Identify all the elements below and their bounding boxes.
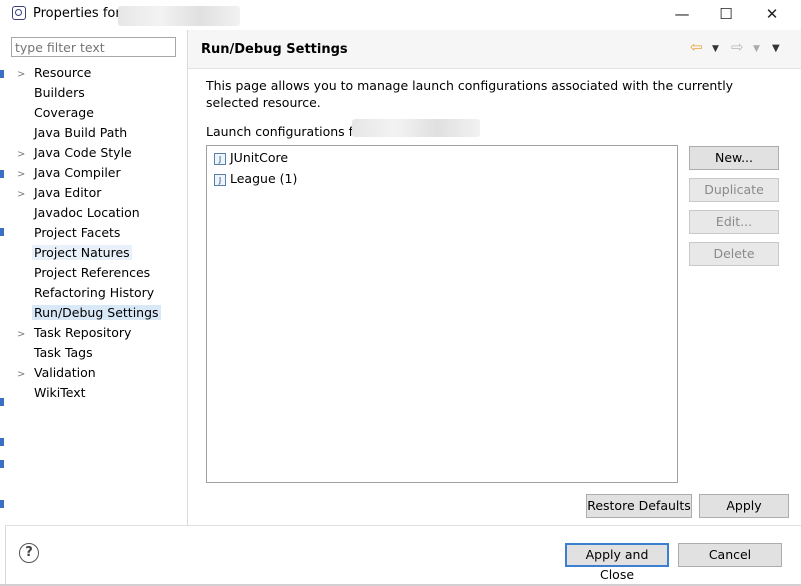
launch-configurations-label: Launch configurations fo xyxy=(206,124,361,139)
tree-item-label: Coverage xyxy=(34,105,94,120)
tree-item-label: Java Compiler xyxy=(34,165,121,180)
tree-item-java-code-style[interactable]: > Java Code Style xyxy=(17,143,134,163)
chevron-right-icon[interactable]: > xyxy=(17,185,32,205)
tree-item-resource[interactable]: > Resource xyxy=(17,63,93,83)
delete-button[interactable]: Delete xyxy=(689,242,779,266)
list-item[interactable]: J JUnitCore xyxy=(214,149,288,167)
tree-item-label: Run/Debug Settings xyxy=(32,305,161,320)
list-item-label: JUnitCore xyxy=(230,150,289,165)
tree-item-label: Project References xyxy=(34,265,151,280)
tree-item-label: Refactoring History xyxy=(34,285,155,300)
chevron-right-icon[interactable]: > xyxy=(17,165,32,185)
back-arrow-icon[interactable]: ⇦ xyxy=(690,38,703,56)
tree-item-label: Java Editor xyxy=(34,185,102,200)
tree-item-java-editor[interactable]: > Java Editor xyxy=(17,183,103,203)
cancel-button[interactable]: Cancel xyxy=(678,543,782,567)
junit-launch-icon: J xyxy=(214,173,226,186)
tree-item-label: Project Facets xyxy=(34,225,121,240)
chevron-right-icon[interactable]: > xyxy=(17,365,32,385)
tree-item-java-compiler[interactable]: > Java Compiler xyxy=(17,163,123,183)
tree-item-label: Validation xyxy=(34,365,96,380)
tree-item-builders[interactable]: Builders xyxy=(17,83,87,103)
filter-input[interactable] xyxy=(11,37,176,57)
junit-launch-icon: J xyxy=(214,152,226,165)
tree-item-label: Builders xyxy=(34,85,85,100)
maximize-button[interactable]: ☐ xyxy=(714,4,738,24)
tree-item-task-repository[interactable]: > Task Repository xyxy=(17,323,133,343)
tree-item-run-debug-settings[interactable]: Run/Debug Settings xyxy=(17,303,161,323)
list-item-label: League (1) xyxy=(230,171,298,186)
tree-item-label: Task Repository xyxy=(34,325,132,340)
duplicate-button[interactable]: Duplicate xyxy=(689,178,779,202)
tree-item-label: Java Build Path xyxy=(34,125,128,140)
tree-item-refactoring-history[interactable]: Refactoring History xyxy=(17,283,156,303)
view-menu-icon[interactable]: ▼ xyxy=(772,43,780,54)
tree-item-task-tags[interactable]: Task Tags xyxy=(17,343,95,363)
tree-item-label: Task Tags xyxy=(34,345,93,360)
chevron-right-icon[interactable]: > xyxy=(17,145,32,165)
help-icon[interactable]: ? xyxy=(19,543,39,563)
redacted-resource-name xyxy=(352,119,480,137)
tree-item-label: Project Natures xyxy=(32,245,132,260)
tree-item-java-build-path[interactable]: Java Build Path xyxy=(17,123,129,143)
tree-item-label: WikiText xyxy=(34,385,86,400)
tree-item-project-facets[interactable]: Project Facets xyxy=(17,223,122,243)
edit-button[interactable]: Edit... xyxy=(689,210,779,234)
list-item[interactable]: J League (1) xyxy=(214,170,297,188)
page-description: This page allows you to manage launch co… xyxy=(206,78,734,110)
back-history-dropdown-icon[interactable]: ▼ xyxy=(712,44,719,54)
close-button[interactable]: ✕ xyxy=(760,4,784,24)
footer-divider xyxy=(5,525,801,526)
minimize-button[interactable]: — xyxy=(670,4,694,24)
redacted-project-name xyxy=(118,6,240,26)
chevron-right-icon[interactable]: > xyxy=(17,325,32,345)
apply-button[interactable]: Apply xyxy=(699,494,789,518)
window-title: Properties for xyxy=(33,6,121,21)
restore-defaults-button[interactable]: Restore Defaults xyxy=(586,494,692,518)
tree-item-project-natures[interactable]: Project Natures xyxy=(17,243,132,263)
tree-item-coverage[interactable]: Coverage xyxy=(17,103,96,123)
eclipse-app-icon xyxy=(12,6,26,20)
tree-item-label: Resource xyxy=(34,65,92,80)
tree-item-label: Javadoc Location xyxy=(34,205,140,220)
launch-configurations-list[interactable] xyxy=(206,145,678,483)
new-button[interactable]: New... xyxy=(689,146,779,170)
forward-arrow-icon[interactable]: ⇨ xyxy=(731,38,744,56)
tree-item-javadoc-location[interactable]: Javadoc Location xyxy=(17,203,142,223)
apply-and-close-button[interactable]: Apply and Close xyxy=(565,543,669,582)
tree-item-project-references[interactable]: Project References xyxy=(17,263,152,283)
page-title: Run/Debug Settings xyxy=(201,42,348,57)
tree-item-wikitext[interactable]: WikiText xyxy=(17,383,88,403)
tree-item-label: Java Code Style xyxy=(34,145,132,160)
chevron-right-icon[interactable]: > xyxy=(17,65,32,85)
tree-item-validation[interactable]: > Validation xyxy=(17,363,98,383)
forward-history-dropdown-icon[interactable]: ▼ xyxy=(753,44,760,54)
